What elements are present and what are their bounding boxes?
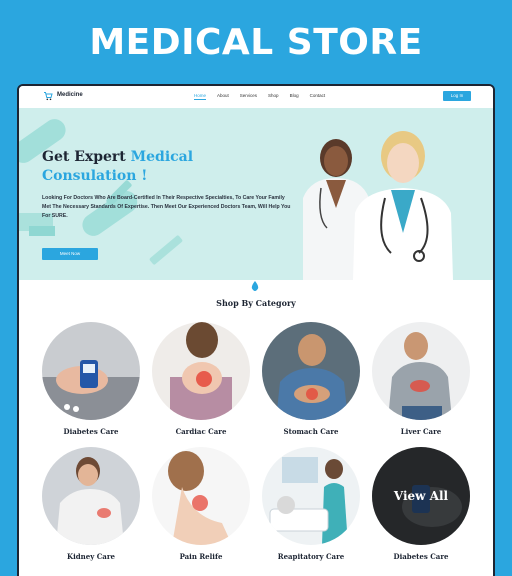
- category-label: Liver Care: [400, 427, 442, 436]
- hero-title: Get Expert Medical Consulation !: [42, 149, 194, 184]
- category-pain-relife[interactable]: Pain Relife: [151, 447, 251, 561]
- hero-description: Looking For Doctors Who Are Board-Certif…: [42, 195, 291, 219]
- category-label: Pain Relife: [179, 552, 223, 561]
- category-label: Cardiac Care: [175, 427, 227, 436]
- category-label: Diabetes Care: [393, 552, 449, 561]
- nav-link-contact[interactable]: Contact: [310, 93, 326, 98]
- kidney-care-image: [42, 447, 140, 545]
- nav-links: Home About Services Shop Blog Contact: [194, 93, 336, 100]
- category-diabetes-care[interactable]: Diabetes Care: [41, 322, 141, 436]
- nav-link-about[interactable]: About: [217, 93, 229, 98]
- nav-link-shop[interactable]: Shop: [268, 93, 279, 98]
- category-liver-care[interactable]: Liver Care: [371, 322, 471, 436]
- doctors-illustration: [303, 131, 453, 280]
- cardiac-care-image: [152, 322, 250, 420]
- logo-text[interactable]: Medicine: [57, 92, 83, 98]
- top-nav: Medicine Home About Services Shop Blog C…: [19, 86, 493, 108]
- view-all-overlay[interactable]: View All: [372, 447, 470, 545]
- login-button[interactable]: Log In: [443, 91, 471, 101]
- cart-logo-icon: [44, 92, 53, 101]
- category-stomach-care[interactable]: Stomach Care: [261, 322, 361, 436]
- respiratory-care-image: [262, 447, 360, 545]
- nav-link-services[interactable]: Services: [240, 93, 257, 98]
- liver-care-image: [372, 322, 470, 420]
- category-kidney-care[interactable]: Kidney Care: [41, 447, 141, 561]
- website-preview: Medicine Home About Services Shop Blog C…: [17, 84, 495, 576]
- meet-now-button[interactable]: Meet Now: [42, 248, 98, 260]
- category-label: Diabetes Care: [63, 427, 119, 436]
- pain-relief-image: [152, 447, 250, 545]
- category-reapitatory-care[interactable]: Reapitatory Care: [261, 447, 361, 561]
- category-label: Reapitatory Care: [277, 552, 345, 561]
- category-view-all[interactable]: View All Diabetes Care: [371, 447, 471, 561]
- nav-link-blog[interactable]: Blog: [290, 93, 299, 98]
- category-label: Kidney Care: [67, 552, 115, 561]
- banner-title: MEDICAL STORE: [89, 22, 423, 63]
- category-cardiac-care[interactable]: Cardiac Care: [151, 322, 251, 436]
- hero-section: Get Expert Medical Consulation ! Looking…: [19, 108, 493, 280]
- nav-link-home[interactable]: Home: [194, 93, 207, 100]
- water-drop-icon: [251, 281, 259, 291]
- stomach-care-image: [262, 322, 360, 420]
- category-section-title: Shop By Category: [216, 298, 296, 308]
- category-label: Stomach Care: [283, 427, 339, 436]
- diabetes-care-image: [42, 322, 140, 420]
